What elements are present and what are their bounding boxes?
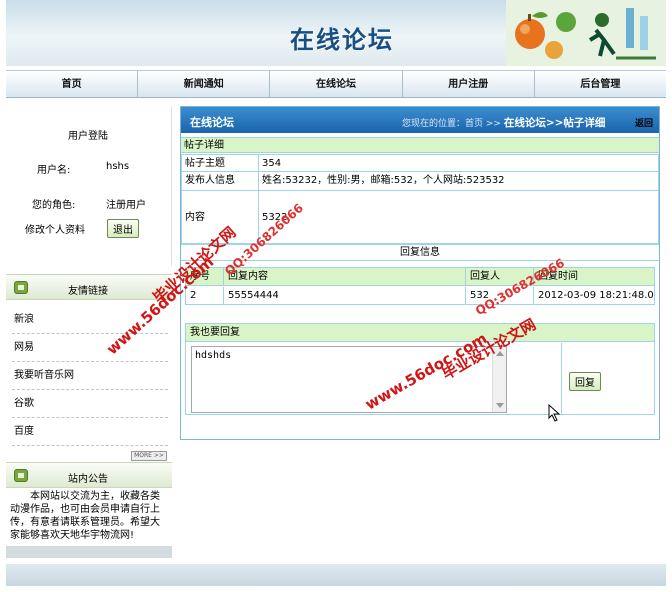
reply-form-title: 我也要回复 <box>186 324 654 342</box>
nav-home[interactable]: 首页 <box>6 71 139 97</box>
notice-title: 站内公告 <box>68 474 108 485</box>
left-sidebar: 用户登陆 用户名: hshs 您的角色: 注册用户 修改个人资料 退出 友情链接… <box>6 106 172 558</box>
forum-panel: 在线论坛 您现在的位置：首页 >> 在线论坛>>帖子详细 返回 帖子详细 帖子主… <box>180 106 660 440</box>
breadcrumb-current: 在线论坛>>帖子详细 <box>503 117 606 129</box>
site-title: 在线论坛 <box>290 25 394 54</box>
edit-profile-link[interactable]: 修改个人资料 <box>25 221 85 236</box>
nav-forum[interactable]: 在线论坛 <box>270 71 403 97</box>
header-decoration-image <box>506 0 666 66</box>
reply-cell-time: 2012-03-09 18:21:48.0 <box>538 290 654 301</box>
breadcrumb-prefix[interactable]: 您现在的位置：首页 >> <box>402 119 501 129</box>
site-header: 在线论坛 <box>6 0 666 66</box>
detail-section-title: 帖子详细 <box>181 137 659 153</box>
notice-header: 站内公告 <box>6 462 172 488</box>
main-nav: 首页 新闻通知 在线论坛 用户注册 后台管理 <box>6 70 666 98</box>
subject-label: 帖子主题 <box>181 154 259 172</box>
author-label: 发布人信息 <box>181 171 259 191</box>
link-item[interactable]: 百度 <box>12 418 168 446</box>
scroll-down-icon[interactable] <box>496 403 504 408</box>
login-panel: 用户登陆 用户名: hshs 您的角色: 注册用户 修改个人资料 退出 <box>6 106 172 266</box>
nav-news[interactable]: 新闻通知 <box>138 71 271 97</box>
mouse-cursor-icon <box>548 404 560 422</box>
nav-register[interactable]: 用户注册 <box>403 71 535 97</box>
reply-col-content: 回复内容 <box>224 268 466 286</box>
subject-value: 354 <box>258 154 659 172</box>
reply-cell-index: 2 <box>186 287 224 305</box>
logout-button[interactable]: 退出 <box>107 219 139 238</box>
notice-text: 本网站以交流为主，收藏各类动漫作品，也可由会员申请自行上传，有意者请联系管理员。… <box>10 491 160 541</box>
role-value: 注册用户 <box>106 200 146 211</box>
reply-submit-button[interactable]: 回复 <box>569 372 601 391</box>
sidebar-footer <box>6 546 172 558</box>
panel-header: 在线论坛 您现在的位置：首页 >> 在线论坛>>帖子详细 返回 <box>181 107 659 133</box>
content-value: 5322 <box>258 190 659 244</box>
links-header: 友情链接 <box>6 274 172 300</box>
reply-cell-content: 55554444 <box>224 287 466 305</box>
book-icon <box>14 469 28 482</box>
links-title: 友情链接 <box>68 286 108 297</box>
username-value: hshs <box>106 161 130 172</box>
author-value: 姓名:53232，性别:男，邮箱:532，个人网站:523532 <box>258 171 659 191</box>
login-title: 用户登陆 <box>68 131 108 142</box>
more-links-button[interactable]: MORE >> <box>131 451 167 461</box>
link-item[interactable]: 我要听音乐网 <box>12 362 168 390</box>
back-link[interactable]: 返回 <box>635 116 653 129</box>
page-footer <box>6 564 666 586</box>
link-item[interactable]: 网易 <box>12 334 168 362</box>
reply-table: 序号 回复内容 回复人 回复时间 2 55554444 532 2012-03-… <box>185 267 655 305</box>
nav-admin[interactable]: 后台管理 <box>535 71 666 97</box>
username-label: 用户名: <box>37 165 71 176</box>
panel-title: 在线论坛 <box>190 116 234 129</box>
link-item[interactable]: 谷歌 <box>12 390 168 418</box>
role-label: 您的角色: <box>32 200 76 211</box>
book-icon <box>14 281 28 294</box>
breadcrumb: 您现在的位置：首页 >> 在线论坛>>帖子详细 <box>402 115 605 130</box>
